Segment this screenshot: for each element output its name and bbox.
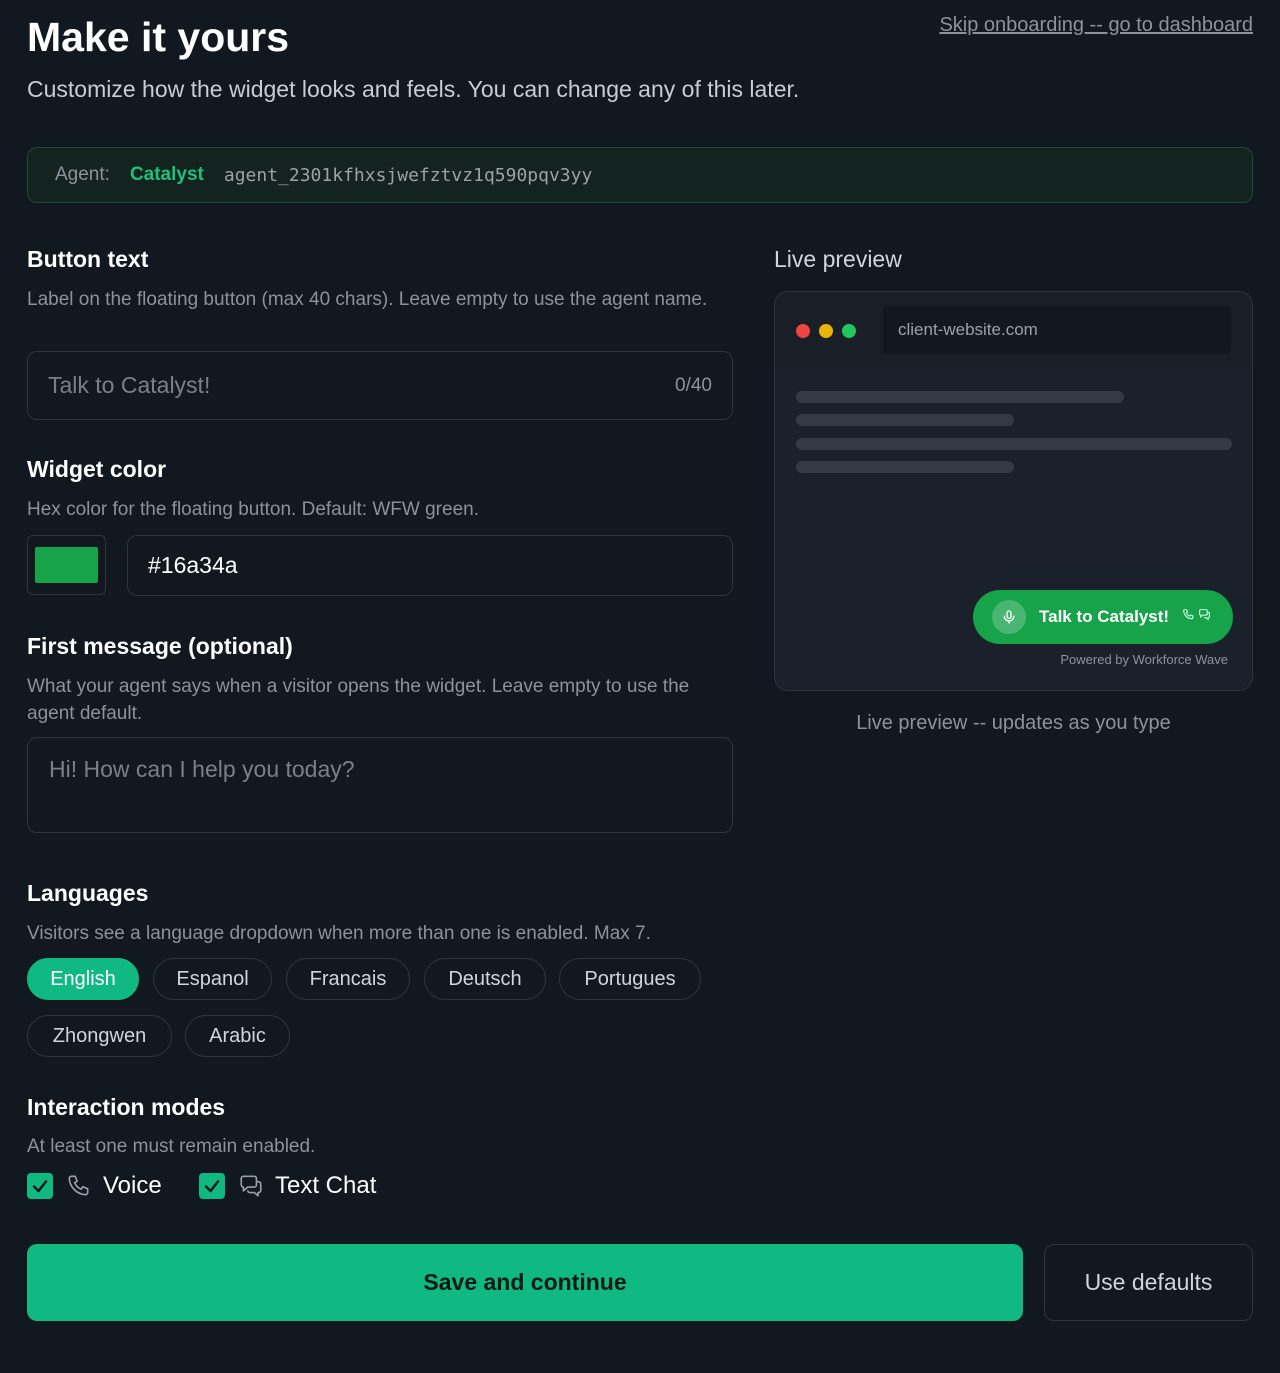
widget-color-description: Hex color for the floating button. Defau… — [27, 499, 479, 520]
phone-icon — [66, 1173, 92, 1199]
char-counter: 0/40 — [675, 374, 712, 396]
agent-id: agent_2301kfhxsjwefztvz1q590pqv3yy — [223, 164, 593, 186]
page-subtitle: Customize how the widget looks and feels… — [27, 76, 800, 102]
button-text-title: Button text — [27, 246, 149, 272]
skip-onboarding-link[interactable]: Skip onboarding -- go to dashboard — [939, 14, 1253, 37]
voice-label: Voice — [103, 1172, 162, 1199]
color-swatch — [35, 547, 98, 583]
color-picker[interactable] — [27, 535, 106, 595]
browser-toolbar: client-website.com — [775, 292, 1252, 368]
skeleton-line — [796, 391, 1124, 403]
microphone-icon — [992, 600, 1026, 634]
agent-label: Agent: — [55, 164, 110, 185]
text-chat-mode-option[interactable]: Text Chat — [199, 1172, 376, 1200]
first-message-title: First message (optional) — [27, 633, 293, 659]
chat-icon — [238, 1173, 264, 1199]
language-chip-portugues[interactable]: Portugues — [559, 958, 701, 1000]
phone-icon — [1182, 608, 1195, 626]
window-close-dot — [796, 324, 810, 338]
skeleton-line — [796, 414, 1014, 426]
widget-color-title: Widget color — [27, 456, 167, 482]
language-chip-espanol[interactable]: Espanol — [153, 958, 272, 1000]
interaction-modes-description: At least one must remain enabled. — [27, 1136, 316, 1157]
voice-mode-option[interactable]: Voice — [27, 1172, 162, 1200]
save-and-continue-button[interactable]: Save and continue — [27, 1244, 1023, 1321]
first-message-description: What your agent says when a visitor open… — [27, 676, 690, 724]
interaction-modes-title: Interaction modes — [27, 1094, 226, 1120]
skeleton-line — [796, 438, 1232, 450]
window-maximize-dot — [842, 324, 856, 338]
hex-color-value: #16a34a — [148, 552, 238, 578]
use-defaults-button[interactable]: Use defaults — [1044, 1244, 1253, 1321]
first-message-textarea[interactable]: Hi! How can I help you today? — [27, 737, 733, 833]
agent-info-bar: Agent: Catalyst agent_2301kfhxsjwefztvz1… — [27, 147, 1253, 203]
live-preview-title: Live preview — [774, 246, 902, 272]
preview-widget-label: Talk to Catalyst! — [1039, 607, 1170, 626]
language-chip-francais[interactable]: Francais — [286, 958, 410, 1000]
language-chip-deutsch[interactable]: Deutsch — [424, 958, 546, 1000]
languages-title: Languages — [27, 880, 149, 906]
language-chip-zhongwen[interactable]: Zhongwen — [27, 1015, 172, 1057]
hex-color-input[interactable]: #16a34a — [127, 535, 733, 596]
text-chat-label: Text Chat — [275, 1172, 377, 1199]
language-chip-arabic[interactable]: Arabic — [185, 1015, 290, 1057]
check-icon — [32, 1180, 48, 1193]
window-minimize-dot — [819, 324, 833, 338]
browser-url-bar: client-website.com — [883, 306, 1231, 354]
language-chip-english[interactable]: English — [27, 958, 139, 1000]
first-message-placeholder: Hi! How can I help you today? — [49, 756, 355, 782]
powered-by-text: Powered by Workforce Wave — [1060, 652, 1228, 667]
preview-widget-button[interactable]: Talk to Catalyst! — [973, 590, 1233, 644]
button-text-description: Label on the floating button (max 40 cha… — [27, 289, 708, 310]
live-preview-caption: Live preview -- updates as you type — [856, 712, 1171, 734]
page-title: Make it yours — [27, 14, 290, 60]
agent-name: Catalyst — [129, 164, 204, 185]
chat-icon — [1198, 608, 1211, 626]
skeleton-line — [796, 461, 1014, 473]
voice-checkbox[interactable] — [27, 1173, 53, 1199]
check-icon — [204, 1180, 220, 1193]
browser-mockup: client-website.com Talk to Catalyst! Pow… — [774, 291, 1253, 691]
button-text-input[interactable]: Talk to Catalyst! 0/40 — [27, 351, 733, 420]
text-chat-checkbox[interactable] — [199, 1173, 225, 1199]
languages-description: Visitors see a language dropdown when mo… — [27, 923, 651, 944]
button-text-placeholder: Talk to Catalyst! — [48, 372, 211, 398]
